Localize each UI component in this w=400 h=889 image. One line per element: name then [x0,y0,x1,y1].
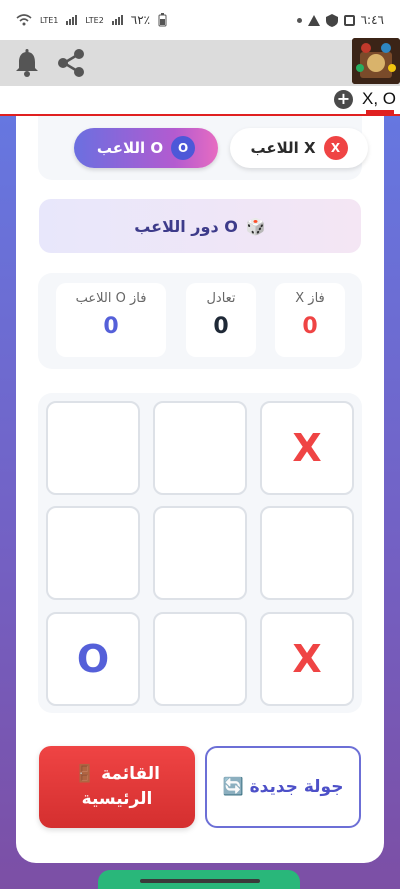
main-menu-button[interactable]: 🚪 القائمة الرئيسية [39,746,195,828]
app-thumbnail-image[interactable] [352,38,400,84]
clock: ٦:٤٦ [360,13,384,27]
board-cell-4[interactable] [260,506,354,600]
lte-label-1: LTE1 [40,15,59,25]
game-board: X X O [38,393,362,713]
board-cell-6[interactable] [46,506,140,600]
game-card: اللاعب O O اللاعب X X دور اللاعب O 🎲 الل… [16,116,384,863]
notification-dot-icon [296,17,302,23]
turn-indicator: دور اللاعب O 🎲 [39,199,361,253]
player-x-label: اللاعب X [250,139,316,157]
warning-icon [307,14,320,26]
ad-banner: + X, O [0,86,400,116]
signal-icon-2 [111,15,123,25]
lte-label-2: LTE2 [85,15,104,25]
board-cell-7[interactable]: X [260,612,354,706]
player-x-pill: اللاعب X X [230,128,368,168]
battery-icon [158,13,167,27]
score-o-wins: اللاعب O فاز 0 [56,283,166,357]
vpn-icon [325,13,338,27]
player-x-badge: X [323,136,348,160]
score-x-label: X فاز [295,291,325,306]
battery-percent: ٦٢٪ [130,13,151,27]
board-cell-1[interactable]: X [260,401,354,495]
ad-underline [366,110,394,115]
plus-icon[interactable]: + [334,90,353,109]
game-frame: اللاعب O O اللاعب X X دور اللاعب O 🎲 الل… [0,116,400,889]
new-round-button[interactable]: 🔄 جولة جديدة [205,746,361,828]
score-o-label: اللاعب O فاز [75,291,147,306]
turn-text: دور اللاعب O [134,216,238,236]
score-tie-label: تعادل [206,291,236,306]
score-x-wins: X فاز 0 [275,283,345,357]
score-tie-value: 0 [213,314,229,339]
player-o-label: اللاعب O [96,139,164,157]
ad-close-label[interactable]: X, O [362,89,396,109]
status-left: LTE1 LTE2 ٦٢٪ [16,13,167,27]
wifi-icon [16,14,32,26]
status-bar: LTE1 LTE2 ٦٢٪ ٦:٤٦ [0,0,400,40]
score-x-value: 0 [302,314,318,339]
player-o-badge: O [171,136,196,160]
bell-icon[interactable] [10,46,44,80]
share-icon[interactable] [54,46,88,80]
dice-icon: 🎲 [245,216,266,236]
board-cell-8[interactable] [153,612,247,706]
board-cell-3[interactable] [46,401,140,495]
board-cell-2[interactable] [153,401,247,495]
signal-icon [66,15,78,25]
players-panel: اللاعب O O اللاعب X X [38,116,368,180]
scoreboard: اللاعب O فاز 0 تعادل 0 X فاز 0 [38,273,362,369]
score-o-value: 0 [103,314,119,339]
app-toolbar [0,40,400,86]
gallery-icon [343,14,355,26]
player-o-pill: اللاعب O O [74,128,218,168]
board-cell-9[interactable]: O [46,612,140,706]
score-ties: تعادل 0 [186,283,256,357]
board-cell-5[interactable] [153,506,247,600]
status-right: ٦:٤٦ [296,13,384,27]
gesture-nav-bar[interactable] [140,879,260,883]
